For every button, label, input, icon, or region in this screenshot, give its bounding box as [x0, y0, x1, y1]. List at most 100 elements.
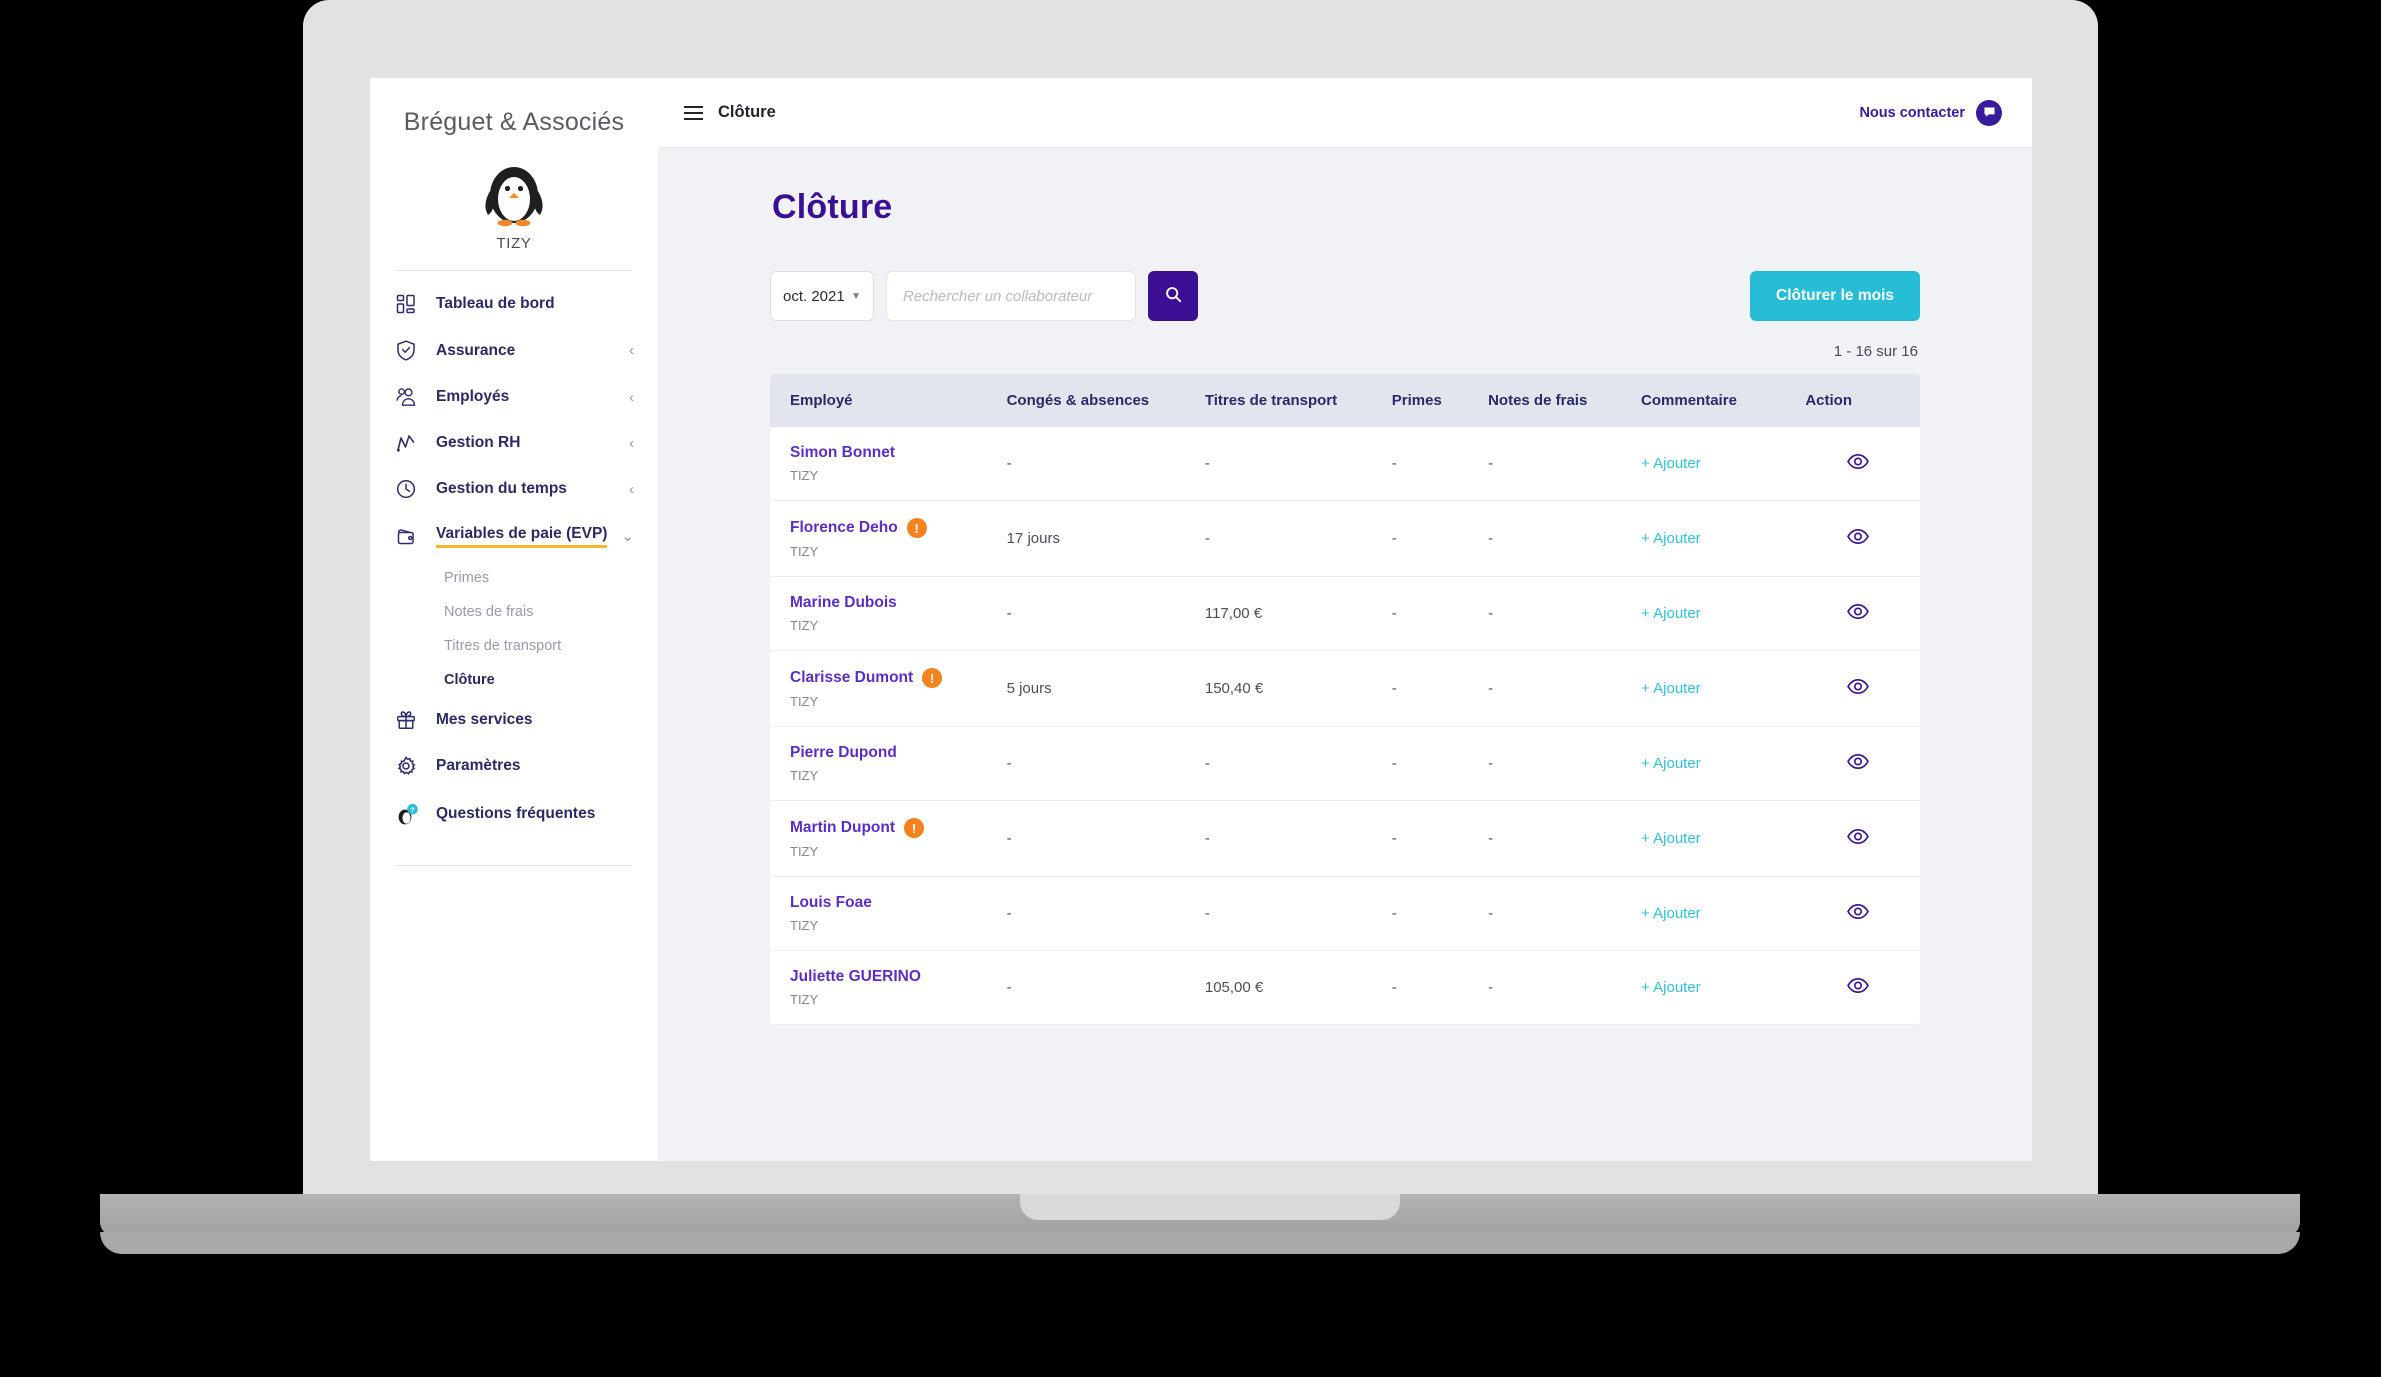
sidebar-item-assurance[interactable]: Assurance ‹ — [370, 327, 658, 374]
gear-icon — [396, 756, 422, 776]
main-area: Clôture Nous contacter Clôture oct. 2021… — [658, 78, 2032, 1161]
cell-commentaire: + Ajouter — [1631, 950, 1796, 1025]
eye-icon — [1846, 753, 1869, 772]
cell-notes-de-frais: - — [1478, 576, 1632, 651]
table-row: Martin Dupont! TIZY - - - - + Ajouter — [770, 800, 1920, 877]
warning-badge-icon: ! — [904, 818, 925, 838]
sidebar-item-label: Employés — [436, 388, 510, 405]
close-month-button[interactable]: Clôturer le mois — [1750, 271, 1920, 321]
sidebar-item-gestion-rh[interactable]: Gestion RH ‹ — [370, 420, 658, 466]
add-comment-link[interactable]: + Ajouter — [1641, 905, 1701, 922]
add-comment-link[interactable]: + Ajouter — [1641, 605, 1701, 622]
sidebar-item-gestion-du-temps[interactable]: Gestion du temps ‹ — [370, 466, 658, 512]
cell-action — [1795, 427, 1920, 501]
sidebar-item-label: Paramètres — [436, 757, 521, 774]
month-select[interactable]: oct. 2021 ▼ — [770, 271, 874, 321]
chart-line-icon — [396, 433, 422, 453]
view-details-button[interactable] — [1846, 453, 1869, 472]
warning-badge-icon: ! — [922, 668, 943, 688]
add-comment-link[interactable]: + Ajouter — [1641, 755, 1701, 772]
employee-org: TIZY — [790, 768, 819, 783]
contact-us-button[interactable]: Nous contacter — [1859, 99, 2002, 126]
add-comment-link[interactable]: + Ajouter — [1641, 979, 1701, 996]
clock-icon — [396, 479, 422, 499]
eye-icon — [1846, 977, 1869, 996]
employee-name-text: Marine Dubois — [790, 594, 897, 611]
cell-conges-absences: - — [996, 950, 1195, 1025]
svg-text:?: ? — [410, 805, 415, 814]
topbar-title: Clôture — [718, 103, 776, 121]
sidebar-item-variables-de-paie[interactable]: Variables de paie (EVP) ⌄ — [370, 512, 658, 561]
employee-name[interactable]: Juliette GUERINO — [790, 968, 987, 986]
chevron-left-icon: ‹ — [629, 480, 634, 498]
employee-org: TIZY — [790, 468, 819, 483]
employee-name-text: Martin Dupont — [790, 819, 896, 836]
employees-table: Employé Congés & absences Titres de tran… — [770, 374, 1920, 1025]
employee-org: TIZY — [790, 844, 819, 859]
hamburger-menu-icon[interactable] — [684, 105, 703, 120]
table-header-row: Employé Congés & absences Titres de tran… — [770, 374, 1920, 427]
employee-name[interactable]: Florence Deho! — [790, 518, 987, 538]
view-details-button[interactable] — [1846, 977, 1869, 996]
table-row: Juliette GUERINO TIZY -105,00 € - - + Ajouter — [770, 950, 1920, 1025]
table-head: Employé Congés & absences Titres de tran… — [770, 374, 1920, 427]
laptop-screen: Bréguet & Associés TIZY Tableau de bord … — [370, 78, 2032, 1161]
cell-employe: Pierre Dupond TIZY — [770, 726, 997, 801]
sidebar-subitem-primes[interactable]: Primes — [370, 561, 658, 595]
search-icon — [1165, 286, 1182, 306]
view-details-button[interactable] — [1846, 678, 1869, 697]
sidebar-item-tableau-de-bord[interactable]: Tableau de bord — [370, 281, 658, 327]
add-comment-link[interactable]: + Ajouter — [1641, 455, 1701, 472]
employee-name[interactable]: Pierre Dupond — [790, 744, 987, 762]
employee-name[interactable]: Clarisse Dumont! — [790, 668, 987, 688]
chevron-down-icon: ▼ — [851, 290, 861, 302]
sidebar-subitem-titres-de-transport[interactable]: Titres de transport — [370, 629, 658, 663]
col-header-conges: Congés & absences — [996, 374, 1195, 427]
employee-name[interactable]: Martin Dupont! — [790, 818, 987, 838]
view-details-button[interactable] — [1846, 903, 1869, 922]
cell-primes: - — [1381, 576, 1479, 651]
employee-name[interactable]: Louis Foae — [790, 894, 987, 912]
sidebar-item-label: Tableau de bord — [436, 295, 555, 312]
add-comment-link[interactable]: + Ajouter — [1641, 680, 1701, 697]
employee-name[interactable]: Marine Dubois — [790, 594, 987, 612]
add-comment-link[interactable]: + Ajouter — [1641, 530, 1701, 547]
cell-notes-de-frais: - — [1478, 876, 1632, 951]
view-details-button[interactable] — [1846, 603, 1869, 622]
table-row: Pierre Dupond TIZY - - - - + Ajouter — [770, 726, 1920, 801]
penguin-help-icon: ? — [396, 802, 422, 826]
sidebar-item-label: Assurance — [436, 341, 516, 359]
cell-commentaire: + Ajouter — [1631, 800, 1796, 877]
sidebar-item-employes[interactable]: Employés ‹ — [370, 374, 658, 420]
employee-name-text: Clarisse Dumont — [790, 669, 914, 686]
view-details-button[interactable] — [1846, 528, 1869, 547]
table-row: Louis Foae TIZY - - - - + Ajouter — [770, 876, 1920, 951]
add-comment-link[interactable]: + Ajouter — [1641, 830, 1701, 847]
sidebar-subitem-notes-de-frais[interactable]: Notes de frais — [370, 595, 658, 629]
view-details-button[interactable] — [1846, 753, 1869, 772]
cell-conges-absences: - — [996, 576, 1195, 651]
cell-notes-de-frais: - — [1478, 726, 1632, 801]
cell-notes-de-frais: - — [1478, 950, 1632, 1025]
view-details-button[interactable] — [1846, 828, 1869, 847]
cell-conges-absences: - — [996, 427, 1195, 501]
sidebar-item-questions-frequentes[interactable]: ? Questions fréquentes — [370, 789, 658, 839]
wallet-icon — [396, 527, 422, 547]
search-input[interactable] — [886, 271, 1136, 321]
employee-name[interactable]: Simon Bonnet — [790, 444, 987, 462]
col-header-commentaire: Commentaire — [1631, 374, 1796, 427]
chevron-down-icon: ⌄ — [621, 528, 634, 545]
employee-name-text: Florence Deho — [790, 519, 898, 536]
sidebar-item-parametres[interactable]: Paramètres — [370, 743, 658, 789]
sidebar-item-mes-services[interactable]: Mes services — [370, 697, 658, 743]
col-header-employe: Employé — [770, 374, 997, 427]
cell-employe: Martin Dupont! TIZY — [770, 800, 997, 877]
cell-employe: Simon Bonnet TIZY — [770, 427, 997, 501]
search-button[interactable] — [1148, 271, 1198, 321]
cell-employe: Florence Deho! TIZY — [770, 500, 997, 577]
col-header-action: Action — [1795, 374, 1920, 427]
laptop-base-lip — [100, 1232, 2300, 1254]
eye-icon — [1846, 603, 1869, 622]
cell-action — [1795, 500, 1920, 577]
sidebar-subitem-cloture[interactable]: Clôture — [370, 663, 658, 697]
